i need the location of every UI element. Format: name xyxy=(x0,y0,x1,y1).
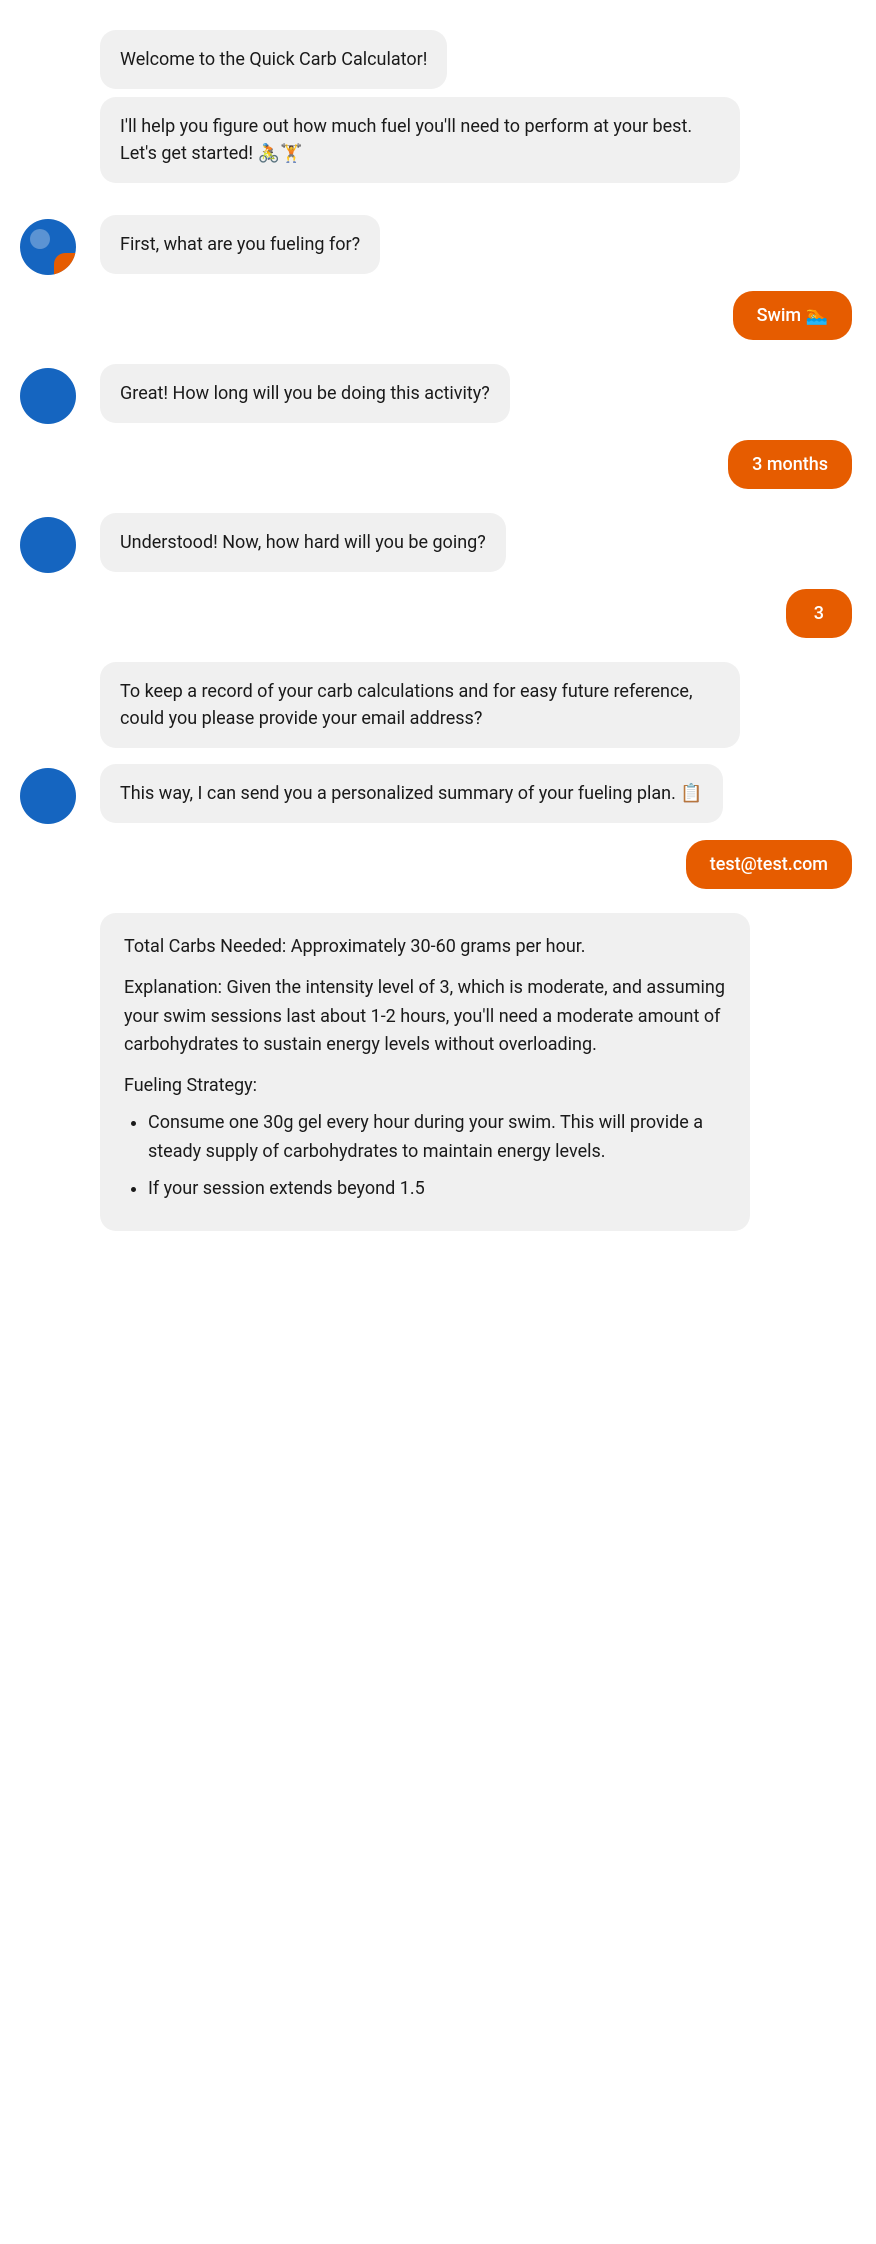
bot-avatar-1 xyxy=(20,219,76,275)
user-bubble-3: 3 xyxy=(786,589,852,638)
bot-bubble-7: Understood! Now, how hard will you be go… xyxy=(100,513,506,572)
user-text-3: 3 xyxy=(814,603,824,624)
bot-message-3: First, what are you fueling for? xyxy=(20,215,856,275)
bot-text-9: To keep a record of your carb calculatio… xyxy=(120,681,693,729)
bot-message-1: Welcome to the Quick Carb Calculator! xyxy=(20,30,856,89)
user-text-4: test@test.com xyxy=(710,854,828,875)
bot-text-10: This way, I can send you a personalized … xyxy=(120,783,703,804)
bot-avatar-3 xyxy=(20,517,76,573)
user-bubble-4: test@test.com xyxy=(686,840,852,889)
bot-text-1: Welcome to the Quick Carb Calculator! xyxy=(120,49,427,70)
bot-avatar-2 xyxy=(20,368,76,424)
bot-message-10: This way, I can send you a personalized … xyxy=(20,764,856,824)
bot-bubble-1: Welcome to the Quick Carb Calculator! xyxy=(100,30,447,89)
strategy-item-1: Consume one 30g gel every hour during yo… xyxy=(148,1109,726,1167)
user-text-2: 3 months xyxy=(752,454,828,475)
bot-response-bubble: Total Carbs Needed: Approximately 30-60 … xyxy=(100,913,750,1231)
bot-message-7: Understood! Now, how hard will you be go… xyxy=(20,513,856,573)
bot-bubble-10: This way, I can send you a personalized … xyxy=(100,764,723,823)
explanation-text: Explanation: Given the intensity level o… xyxy=(124,974,726,1060)
bot-text-7: Understood! Now, how hard will you be go… xyxy=(120,532,486,553)
bot-text-5: Great! How long will you be doing this a… xyxy=(120,383,490,404)
bot-message-2: I'll help you figure out how much fuel y… xyxy=(20,97,856,183)
bot-message-5: Great! How long will you be doing this a… xyxy=(20,364,856,424)
user-message-3: 3 xyxy=(20,589,856,638)
bot-bubble-5: Great! How long will you be doing this a… xyxy=(100,364,510,423)
user-message-4: test@test.com xyxy=(20,840,856,889)
bot-avatar-4 xyxy=(20,768,76,824)
user-text-1: Swim 🏊 xyxy=(757,305,828,326)
user-bubble-2: 3 months xyxy=(728,440,852,489)
bot-text-3: First, what are you fueling for? xyxy=(120,234,360,255)
user-message-2: 3 months xyxy=(20,440,856,489)
bot-message-9: To keep a record of your carb calculatio… xyxy=(20,662,856,748)
bot-bubble-9: To keep a record of your carb calculatio… xyxy=(100,662,740,748)
chat-container: Welcome to the Quick Carb Calculator! I'… xyxy=(0,20,876,1241)
bot-bubble-3: First, what are you fueling for? xyxy=(100,215,380,274)
total-carbs-text: Total Carbs Needed: Approximately 30-60 … xyxy=(124,933,726,962)
strategy-list: Consume one 30g gel every hour during yo… xyxy=(124,1109,726,1203)
user-message-1: Swim 🏊 xyxy=(20,291,856,340)
bot-text-2: I'll help you figure out how much fuel y… xyxy=(120,116,692,164)
user-bubble-1: Swim 🏊 xyxy=(733,291,852,340)
strategy-item-2: If your session extends beyond 1.5 xyxy=(148,1175,726,1204)
bot-bubble-2: I'll help you figure out how much fuel y… xyxy=(100,97,740,183)
strategy-header: Fueling Strategy: xyxy=(124,1072,726,1101)
bot-message-12: Total Carbs Needed: Approximately 30-60 … xyxy=(20,913,856,1231)
